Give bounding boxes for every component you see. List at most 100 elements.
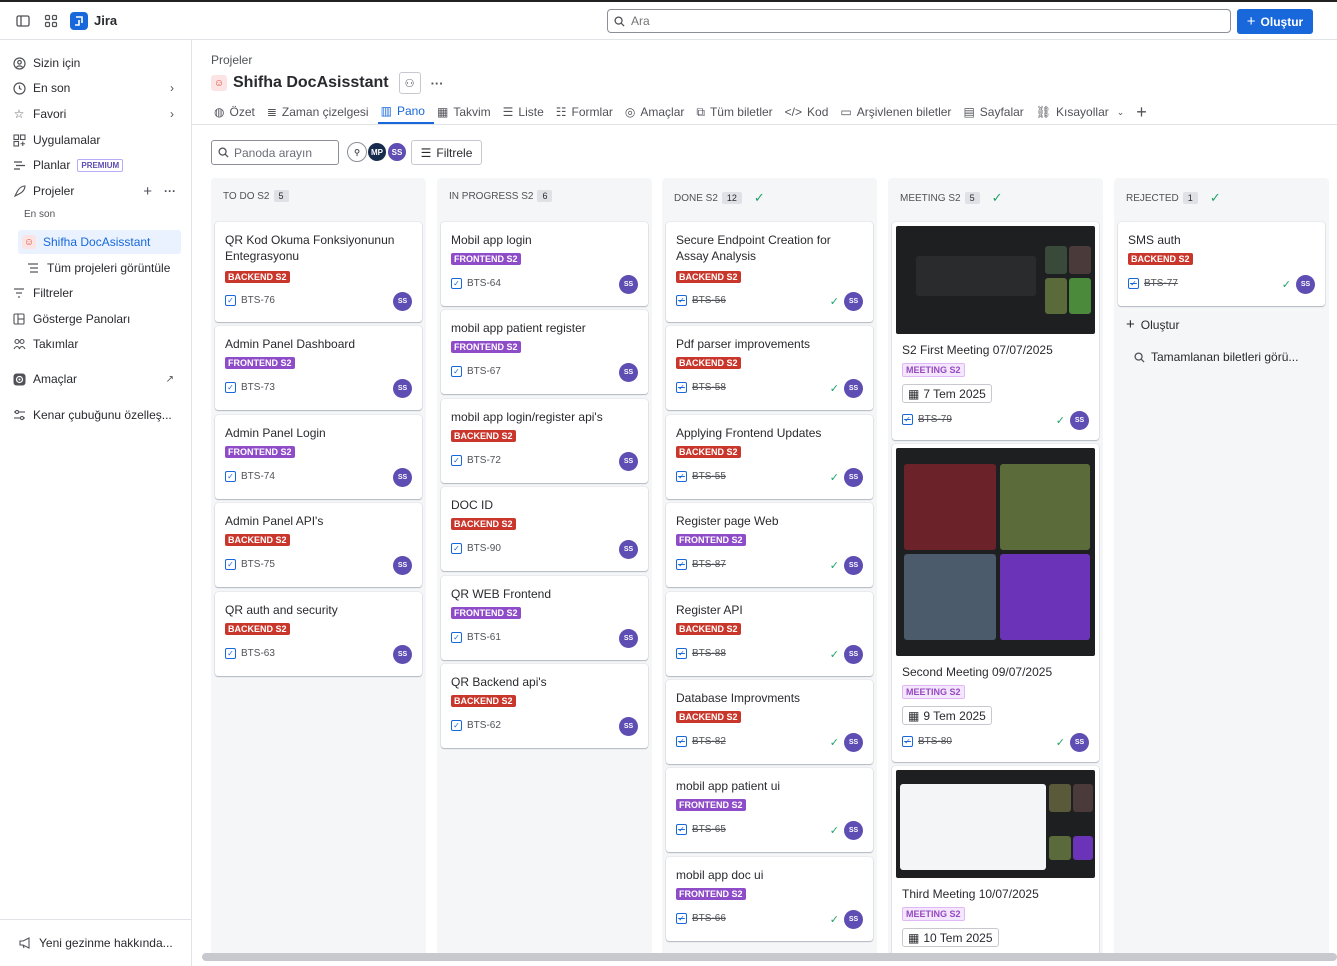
filter-button[interactable]: ☰ Filtrele bbox=[411, 140, 482, 165]
assignee-avatar[interactable]: SS bbox=[844, 821, 863, 840]
create-issue-button[interactable]: + Oluştur bbox=[1126, 316, 1179, 333]
tab-pages[interactable]: ▤ Sayfalar bbox=[960, 100, 1032, 124]
issue-card[interactable]: S2 First Meeting 07/07/2025 MEETING S2 ▦… bbox=[892, 222, 1099, 440]
tab-calendar[interactable]: ▦ Takvim bbox=[434, 100, 500, 124]
avatar[interactable]: MP bbox=[367, 142, 387, 162]
tab-archived[interactable]: ▭ Arşivlenen biletler bbox=[837, 100, 960, 124]
tab-goals[interactable]: ◎ Amaçlar bbox=[622, 100, 694, 124]
sidebar-toggle-icon[interactable] bbox=[14, 12, 32, 30]
assignee-avatar[interactable]: SS bbox=[844, 379, 863, 398]
issue-card[interactable]: QR Kod Okuma Fonksiyonunun Entegrasyonu … bbox=[215, 222, 422, 322]
issue-key: ✓ BTS-75 bbox=[225, 559, 275, 570]
jira-logo[interactable]: Jira bbox=[70, 11, 117, 30]
issue-card[interactable]: Secure Endpoint Creation for Assay Analy… bbox=[666, 222, 873, 322]
sidebar-item-plans[interactable]: Planlar PREMIUM bbox=[12, 154, 182, 176]
avatar[interactable]: SS bbox=[387, 142, 407, 162]
assignee-avatar[interactable]: SS bbox=[619, 275, 638, 294]
create-button[interactable]: + Oluştur bbox=[1237, 9, 1313, 34]
more-actions-icon[interactable]: ··· bbox=[431, 76, 444, 91]
assignee-avatar[interactable]: SS bbox=[393, 556, 412, 575]
issue-card[interactable]: Mobil app login FRONTEND S2 ✓ BTS-64 SS bbox=[441, 222, 648, 306]
global-search[interactable] bbox=[607, 9, 1231, 33]
sidebar-item-project-shifha[interactable]: ☺ Shifha DocAsisstant bbox=[18, 230, 181, 254]
issue-card[interactable]: mobil app doc ui FRONTEND S2 ✓ BTS-66 ✓ S… bbox=[666, 857, 873, 941]
sidebar-item-favorites[interactable]: ☆ Favori › bbox=[12, 103, 182, 125]
horizontal-scrollbar[interactable] bbox=[202, 953, 1337, 961]
tab-board[interactable]: ▥ Pano bbox=[377, 100, 434, 124]
issue-card[interactable]: Second Meeting 09/07/2025 MEETING S2 ▦ 9 … bbox=[892, 444, 1099, 762]
sidebar-item-teams[interactable]: Takımlar bbox=[12, 333, 182, 355]
assignee-avatar[interactable]: SS bbox=[393, 468, 412, 487]
issue-card[interactable]: Admin Panel API's BACKEND S2 ✓ BTS-75 SS bbox=[215, 503, 422, 587]
meeting-screenshot-image bbox=[896, 448, 1095, 656]
assignee-avatar[interactable]: SS bbox=[1070, 411, 1089, 430]
search-input[interactable] bbox=[631, 14, 1191, 28]
issue-card[interactable]: Admin Panel Login FRONTEND S2 ✓ BTS-74 SS bbox=[215, 415, 422, 499]
issue-card[interactable]: QR Backend api's BACKEND S2 ✓ BTS-62 SS bbox=[441, 664, 648, 748]
issue-card[interactable]: Pdf parser improvements BACKEND S2 ✓ BTS-… bbox=[666, 326, 873, 410]
issue-card[interactable]: DOC ID BACKEND S2 ✓ BTS-90 SS bbox=[441, 487, 648, 571]
sidebar-item-for-you[interactable]: Sizin için bbox=[12, 52, 182, 74]
issue-card[interactable]: mobil app patient ui FRONTEND S2 ✓ BTS-65… bbox=[666, 768, 873, 852]
assignee-avatar[interactable]: SS bbox=[619, 452, 638, 471]
tab-code[interactable]: </> Kod bbox=[782, 100, 838, 124]
board-search[interactable]: Panoda arayın bbox=[211, 140, 339, 165]
assignee-avatar[interactable]: SS bbox=[844, 645, 863, 664]
sidebar-item-customize[interactable]: Kenar çubuğunu özelleş... bbox=[12, 404, 182, 426]
tab-shortcuts[interactable]: ⛓ Kısayollar ⌄ bbox=[1033, 100, 1133, 124]
sidebar-item-dashboards[interactable]: Gösterge Panoları bbox=[12, 308, 182, 330]
issue-card[interactable]: QR WEB Frontend FRONTEND S2 ✓ BTS-61 SS bbox=[441, 576, 648, 660]
assignee-avatar[interactable]: SS bbox=[393, 379, 412, 398]
label-badge: BACKEND S2 bbox=[676, 446, 741, 458]
issue-card[interactable]: mobil app login/register api's BACKEND S… bbox=[441, 399, 648, 483]
issue-card[interactable]: Register page Web FRONTEND S2 ✓ BTS-87 ✓ … bbox=[666, 503, 873, 587]
assignee-avatar[interactable]: SS bbox=[619, 363, 638, 382]
breadcrumb[interactable]: Projeler bbox=[211, 53, 252, 67]
assignee-avatar[interactable]: SS bbox=[393, 292, 412, 311]
new-navigation-feedback[interactable]: Yeni gezinme hakkında... bbox=[18, 932, 188, 954]
assignee-avatar[interactable]: SS bbox=[844, 910, 863, 929]
issue-key: ✓ BTS-74 bbox=[225, 471, 275, 482]
add-project-icon[interactable]: + bbox=[143, 183, 152, 200]
sidebar-item-all-projects[interactable]: Tüm projeleri görüntüle bbox=[26, 257, 186, 279]
assignee-avatar[interactable]: SS bbox=[844, 468, 863, 487]
sidebar-item-filters[interactable]: Filtreler bbox=[12, 282, 182, 304]
issue-card[interactable]: Database Improvments BACKEND S2 ✓ BTS-82 … bbox=[666, 680, 873, 764]
sidebar-item-apps[interactable]: Uygulamalar bbox=[12, 129, 182, 151]
assignee-avatar[interactable]: SS bbox=[619, 540, 638, 559]
assignee-avatar[interactable]: SS bbox=[619, 629, 638, 648]
issue-card[interactable]: Admin Panel Dashboard FRONTEND S2 ✓ BTS-7… bbox=[215, 326, 422, 410]
app-switcher-icon[interactable] bbox=[42, 12, 60, 30]
assignee-avatar[interactable]: SS bbox=[1070, 733, 1089, 752]
issue-card[interactable]: Applying Frontend Updates BACKEND S2 ✓ BT… bbox=[666, 415, 873, 499]
more-options-icon[interactable]: ··· bbox=[164, 184, 176, 198]
sidebar-item-label: Gösterge Panoları bbox=[33, 312, 131, 326]
issue-key: ✓ BTS-55 bbox=[676, 471, 726, 482]
tab-all-issues[interactable]: ⧉ Tüm biletler bbox=[693, 100, 781, 124]
sidebar-item-goals[interactable]: Amaçlar ↗ bbox=[12, 368, 182, 390]
issue-card[interactable]: QR auth and security BACKEND S2 ✓ BTS-63 … bbox=[215, 592, 422, 676]
assignee-avatar[interactable]: SS bbox=[393, 645, 412, 664]
team-button[interactable]: ⚇ bbox=[398, 72, 421, 94]
tab-summary[interactable]: ◍ Özet bbox=[211, 100, 264, 124]
tab-forms[interactable]: ☷ Formlar bbox=[553, 100, 622, 124]
issue-key: ✓ BTS-64 bbox=[451, 278, 501, 289]
issue-card[interactable]: Third Meeting 10/07/2025 MEETING S2 ▦ 10 … bbox=[892, 766, 1099, 956]
assignee-avatar[interactable]: SS bbox=[844, 556, 863, 575]
assignee-avatar[interactable]: SS bbox=[1296, 275, 1315, 294]
issue-card[interactable]: SMS auth BACKEND S2 ✓ BTS-77 ✓ SS bbox=[1118, 222, 1325, 306]
tab-list[interactable]: ☰ Liste bbox=[500, 100, 553, 124]
add-tab-button[interactable]: + bbox=[1133, 100, 1156, 124]
sidebar-item-recent[interactable]: En son › bbox=[12, 77, 182, 99]
tab-timeline[interactable]: ≣ Zaman çizelgesi bbox=[264, 100, 378, 124]
view-completed-issues[interactable]: Tamamlanan biletleri görü... bbox=[1134, 350, 1298, 364]
issue-card[interactable]: mobil app patient register FRONTEND S2 ✓… bbox=[441, 310, 648, 394]
assignee-avatar[interactable]: SS bbox=[619, 717, 638, 736]
issue-count: 5 bbox=[273, 190, 289, 202]
assignee-avatar[interactable]: SS bbox=[844, 733, 863, 752]
label-badge: BACKEND S2 bbox=[225, 623, 290, 635]
assignee-avatar[interactable]: SS bbox=[844, 292, 863, 311]
unassigned-avatar-icon[interactable]: ⚲ bbox=[347, 142, 367, 162]
sidebar-item-projects[interactable]: Projeler + ··· bbox=[12, 180, 182, 202]
issue-card[interactable]: Register API BACKEND S2 ✓ BTS-88 ✓ SS bbox=[666, 592, 873, 676]
